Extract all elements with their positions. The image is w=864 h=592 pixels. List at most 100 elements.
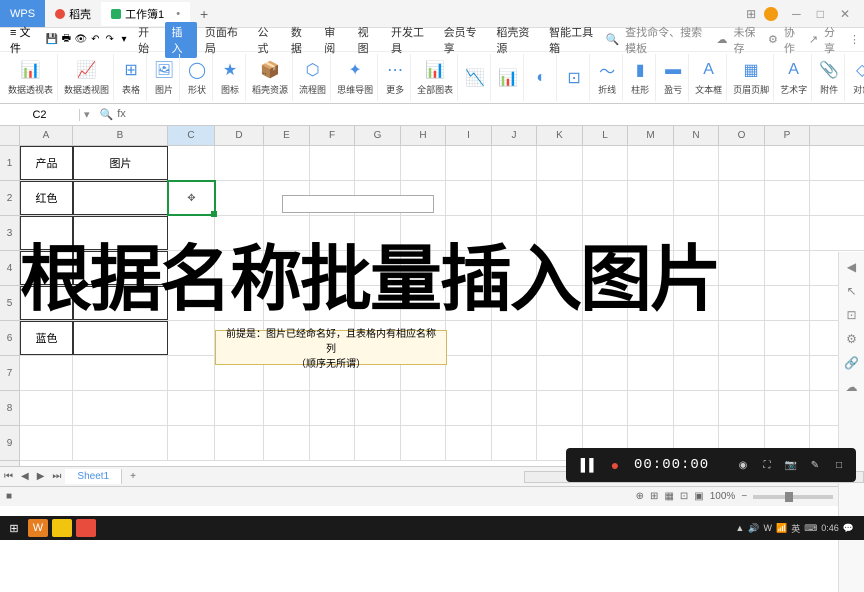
cell-B3[interactable] <box>73 216 168 250</box>
ribbon-group-3[interactable]: 🖼图片 <box>149 54 180 101</box>
ribbon-group-6[interactable]: 📦稻壳资源 <box>248 54 293 101</box>
cell-P1[interactable] <box>765 146 810 180</box>
ribbon-group-11[interactable]: 📉 <box>460 54 491 101</box>
cell-N8[interactable] <box>674 391 719 425</box>
tray-up-icon[interactable]: ▲ <box>735 523 744 533</box>
cell-K5[interactable] <box>537 286 583 320</box>
menu-start[interactable]: 开始 <box>132 22 163 58</box>
cell-E5[interactable] <box>264 286 310 320</box>
menu-view[interactable]: 视图 <box>352 22 383 58</box>
cell-G4[interactable] <box>355 251 401 285</box>
cell-N3[interactable] <box>674 216 719 250</box>
cell-G5[interactable] <box>355 286 401 320</box>
start-button[interactable]: ⊞ <box>4 519 24 537</box>
cell-P3[interactable] <box>765 216 810 250</box>
cell-A2[interactable]: 红色 <box>20 181 73 215</box>
ribbon-group-8[interactable]: ✦思维导图 <box>333 54 378 101</box>
close-button[interactable]: ✕ <box>834 5 856 23</box>
cell-F9[interactable] <box>310 426 355 460</box>
cell-A1[interactable]: 产品 <box>20 146 73 180</box>
cell-B6[interactable] <box>73 321 168 355</box>
share-icon[interactable]: ↗ <box>809 33 818 46</box>
ribbon-group-9[interactable]: ⋯更多 <box>380 54 411 101</box>
cell-E8[interactable] <box>264 391 310 425</box>
cell-G3[interactable] <box>355 216 401 250</box>
sheet-nav-last[interactable]: ⏭ <box>48 471 65 482</box>
col-header-O[interactable]: O <box>719 126 765 145</box>
ribbon-group-5[interactable]: ★图标 <box>215 54 246 101</box>
ribbon-group-14[interactable]: ⊡ <box>559 54 590 101</box>
cell-B8[interactable] <box>73 391 168 425</box>
cell-J2[interactable] <box>492 181 537 215</box>
recorder-pause-button[interactable]: ▐▐ <box>574 454 596 476</box>
cell-M3[interactable] <box>628 216 674 250</box>
row-header-7[interactable]: 7 <box>0 356 19 391</box>
zoom-out-button[interactable]: − <box>741 491 747 502</box>
sheet-nav-prev[interactable]: ◀ <box>17 471 33 482</box>
cell-O6[interactable] <box>719 321 765 355</box>
cell-D5[interactable] <box>215 286 264 320</box>
taskbar-app-2[interactable] <box>52 519 72 537</box>
col-header-M[interactable]: M <box>628 126 674 145</box>
cell-I5[interactable] <box>446 286 492 320</box>
recorder-camera-icon[interactable]: ◉ <box>734 456 752 474</box>
col-header-N[interactable]: N <box>674 126 719 145</box>
menu-data[interactable]: 数据 <box>285 22 316 58</box>
view-break-icon[interactable]: ⊡ <box>680 491 688 502</box>
cell-L1[interactable] <box>583 146 628 180</box>
cell-J7[interactable] <box>492 356 537 390</box>
cell-L6[interactable] <box>583 321 628 355</box>
cell-O3[interactable] <box>719 216 765 250</box>
save-icon[interactable]: 💾 <box>46 33 58 47</box>
cell-C4[interactable] <box>168 251 215 285</box>
cell-M1[interactable] <box>628 146 674 180</box>
tray-input-icon[interactable]: ⌨ <box>804 523 817 534</box>
cell-I8[interactable] <box>446 391 492 425</box>
cell-N4[interactable] <box>674 251 719 285</box>
recorder-max-icon[interactable]: □ <box>830 456 848 474</box>
col-header-L[interactable]: L <box>583 126 628 145</box>
cell-P4[interactable] <box>765 251 810 285</box>
menu-formula[interactable]: 公式 <box>252 22 283 58</box>
menu-dev[interactable]: 开发工具 <box>385 22 436 58</box>
cell-B1[interactable]: 图片 <box>73 146 168 180</box>
redo-icon[interactable]: ↷ <box>103 33 115 47</box>
menu-resources[interactable]: 稻壳资源 <box>490 22 541 58</box>
col-header-I[interactable]: I <box>446 126 492 145</box>
cell-P2[interactable] <box>765 181 810 215</box>
cell-H1[interactable] <box>401 146 446 180</box>
col-header-D[interactable]: D <box>215 126 264 145</box>
cell-J3[interactable] <box>492 216 537 250</box>
ribbon-group-12[interactable]: 📊 <box>493 54 524 101</box>
cell-I7[interactable] <box>446 356 492 390</box>
ribbon-group-21[interactable]: 📎附件 <box>814 54 845 101</box>
col-header-A[interactable]: A <box>20 126 73 145</box>
ribbon-group-16[interactable]: ▮柱形 <box>625 54 656 101</box>
recorder-webcam-icon[interactable]: 📷 <box>782 456 800 474</box>
ribbon-group-15[interactable]: 〜折线 <box>592 54 623 101</box>
view-custom-icon[interactable]: ▣ <box>694 491 703 502</box>
col-header-E[interactable]: E <box>264 126 310 145</box>
cell-B4[interactable] <box>73 251 168 285</box>
ribbon-group-22[interactable]: ◇对象 <box>847 54 864 101</box>
cell-F4[interactable] <box>310 251 355 285</box>
cell-P8[interactable] <box>765 391 810 425</box>
tray-wifi-icon[interactable]: 📶 <box>776 523 787 534</box>
ribbon-group-7[interactable]: ⬡流程图 <box>295 54 331 101</box>
cell-A6[interactable]: 蓝色 <box>20 321 73 355</box>
cell-E3[interactable] <box>264 216 310 250</box>
ribbon-group-19[interactable]: ▦页眉页脚 <box>729 54 774 101</box>
cell-E4[interactable] <box>264 251 310 285</box>
cell-F3[interactable] <box>310 216 355 250</box>
menu-review[interactable]: 审阅 <box>318 22 349 58</box>
ribbon-group-4[interactable]: ◯形状 <box>182 54 213 101</box>
cell-K8[interactable] <box>537 391 583 425</box>
cell-L3[interactable] <box>583 216 628 250</box>
cell-A4[interactable] <box>20 251 73 285</box>
cell-J8[interactable] <box>492 391 537 425</box>
cell-O8[interactable] <box>719 391 765 425</box>
cell-N7[interactable] <box>674 356 719 390</box>
cell-A3[interactable] <box>20 216 73 250</box>
col-header-K[interactable]: K <box>537 126 583 145</box>
row-header-4[interactable]: 4 <box>0 251 19 286</box>
